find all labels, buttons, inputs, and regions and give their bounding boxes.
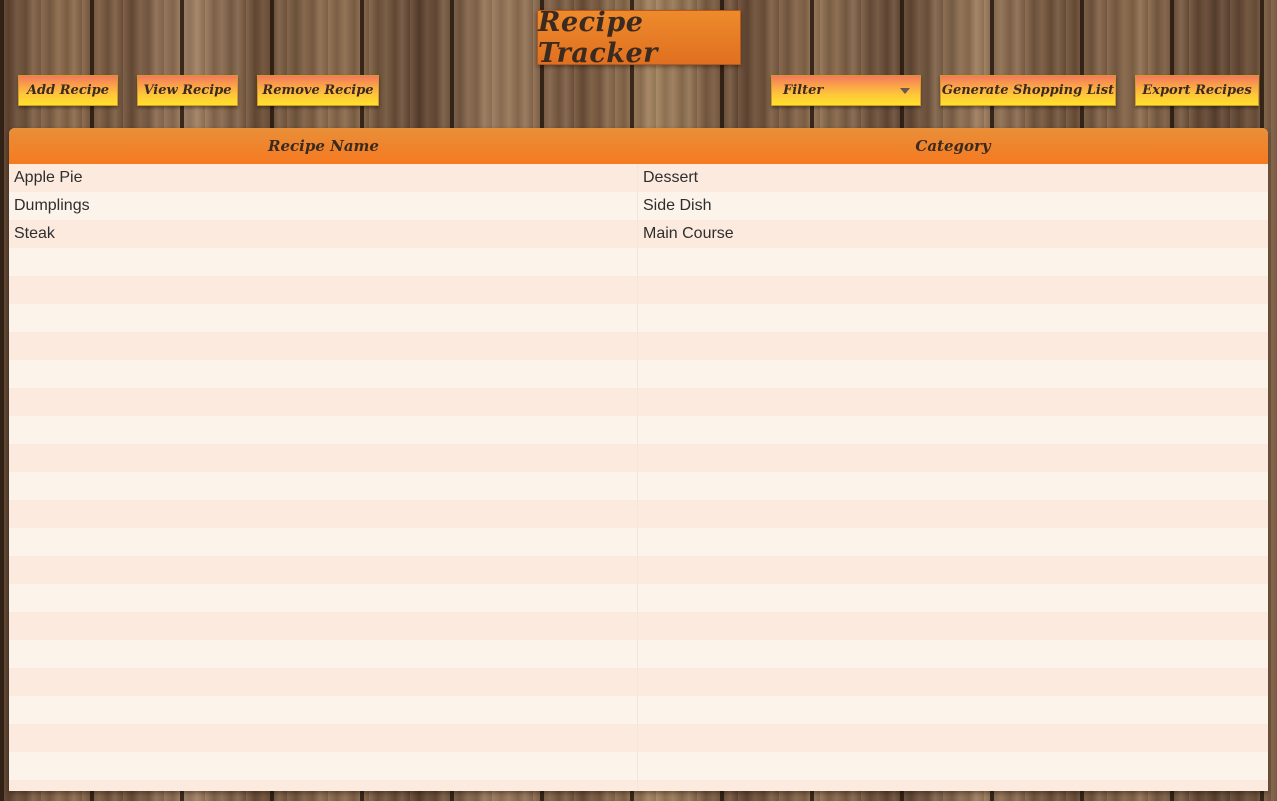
empty-cell: [9, 612, 638, 640]
empty-cell: [9, 360, 638, 388]
column-header-category[interactable]: Category: [638, 128, 1268, 164]
empty-cell: [9, 640, 638, 668]
empty-cell: [9, 304, 638, 332]
category-cell: Side Dish: [643, 197, 712, 214]
empty-cell: [9, 556, 638, 584]
export-recipes-button[interactable]: Export Recipes: [1135, 75, 1259, 106]
empty-table-row: [9, 332, 1268, 360]
empty-cell: [638, 528, 1268, 556]
empty-cell: [9, 444, 638, 472]
empty-table-row: [9, 528, 1268, 556]
empty-cell: [9, 528, 638, 556]
empty-table-row: [9, 640, 1268, 668]
empty-cell: [638, 276, 1268, 304]
empty-cell: [638, 584, 1268, 612]
empty-cell: [638, 388, 1268, 416]
table-body: Apple Pie Dessert Dumplings Side Dish St…: [9, 164, 1268, 791]
empty-cell: [638, 304, 1268, 332]
recipe-name-cell: Apple Pie: [9, 164, 638, 192]
chevron-down-icon: [900, 87, 910, 94]
empty-table-row: [9, 584, 1268, 612]
empty-cell: [638, 500, 1268, 528]
empty-cell: [638, 752, 1268, 780]
empty-cell: [9, 500, 638, 528]
app-title: Recipe Tracker: [538, 6, 658, 69]
empty-cell: [638, 696, 1268, 724]
empty-cell: [638, 780, 1268, 791]
empty-cell: [638, 248, 1268, 276]
add-recipe-button[interactable]: Add Recipe: [18, 75, 118, 106]
column-header-recipe-name[interactable]: Recipe Name: [9, 128, 638, 164]
empty-table-row: [9, 388, 1268, 416]
empty-table-row: [9, 360, 1268, 388]
empty-table-row: [9, 724, 1268, 752]
recipe-table: Recipe Name Category Apple Pie Dessert D…: [9, 128, 1268, 791]
recipe-name-cell: Steak: [9, 220, 638, 248]
empty-table-row: [9, 500, 1268, 528]
empty-cell: [9, 472, 638, 500]
empty-table-row: [9, 444, 1268, 472]
empty-table-row: [9, 696, 1268, 724]
empty-cell: [638, 640, 1268, 668]
category-cell: Dessert: [643, 169, 699, 186]
filter-dropdown[interactable]: Filter: [771, 75, 921, 106]
empty-cell: [9, 388, 638, 416]
empty-cell: [9, 584, 638, 612]
empty-cell: [9, 724, 638, 752]
table-row[interactable]: Dumplings Side Dish: [9, 192, 1268, 220]
empty-cell: [9, 416, 638, 444]
empty-table-row: [9, 556, 1268, 584]
table-header: Recipe Name Category: [9, 128, 1268, 164]
empty-cell: [638, 332, 1268, 360]
empty-cell: [9, 668, 638, 696]
empty-cell: [638, 360, 1268, 388]
empty-cell: [638, 472, 1268, 500]
empty-table-row: [9, 276, 1268, 304]
empty-table-row: [9, 304, 1268, 332]
empty-cell: [9, 696, 638, 724]
recipe-name-cell: Dumplings: [9, 192, 638, 220]
empty-cell: [9, 276, 638, 304]
empty-table-row: [9, 612, 1268, 640]
app-window: Recipe Tracker Add Recipe View Recipe Re…: [0, 0, 1277, 801]
empty-table-row: [9, 780, 1268, 791]
empty-table-row: [9, 472, 1268, 500]
empty-cell: [9, 248, 638, 276]
app-title-banner: Recipe Tracker: [537, 7, 741, 69]
table-row[interactable]: Steak Main Course: [9, 220, 1268, 248]
empty-cell: [638, 612, 1268, 640]
empty-cell: [9, 332, 638, 360]
empty-table-row: [9, 668, 1268, 696]
empty-cell: [638, 556, 1268, 584]
category-cell: Main Course: [643, 225, 734, 242]
view-recipe-button[interactable]: View Recipe: [137, 75, 238, 106]
empty-cell: [9, 752, 638, 780]
remove-recipe-button[interactable]: Remove Recipe: [257, 75, 379, 106]
empty-cell: [9, 780, 638, 791]
empty-table-row: [9, 248, 1268, 276]
filter-dropdown-label: Filter: [783, 83, 824, 98]
empty-cell: [638, 668, 1268, 696]
generate-shopping-list-button[interactable]: Generate Shopping List: [940, 75, 1116, 106]
empty-cell: [638, 444, 1268, 472]
empty-table-row: [9, 752, 1268, 780]
empty-cell: [638, 416, 1268, 444]
empty-cell: [638, 724, 1268, 752]
empty-table-row: [9, 416, 1268, 444]
table-row[interactable]: Apple Pie Dessert: [9, 164, 1268, 192]
